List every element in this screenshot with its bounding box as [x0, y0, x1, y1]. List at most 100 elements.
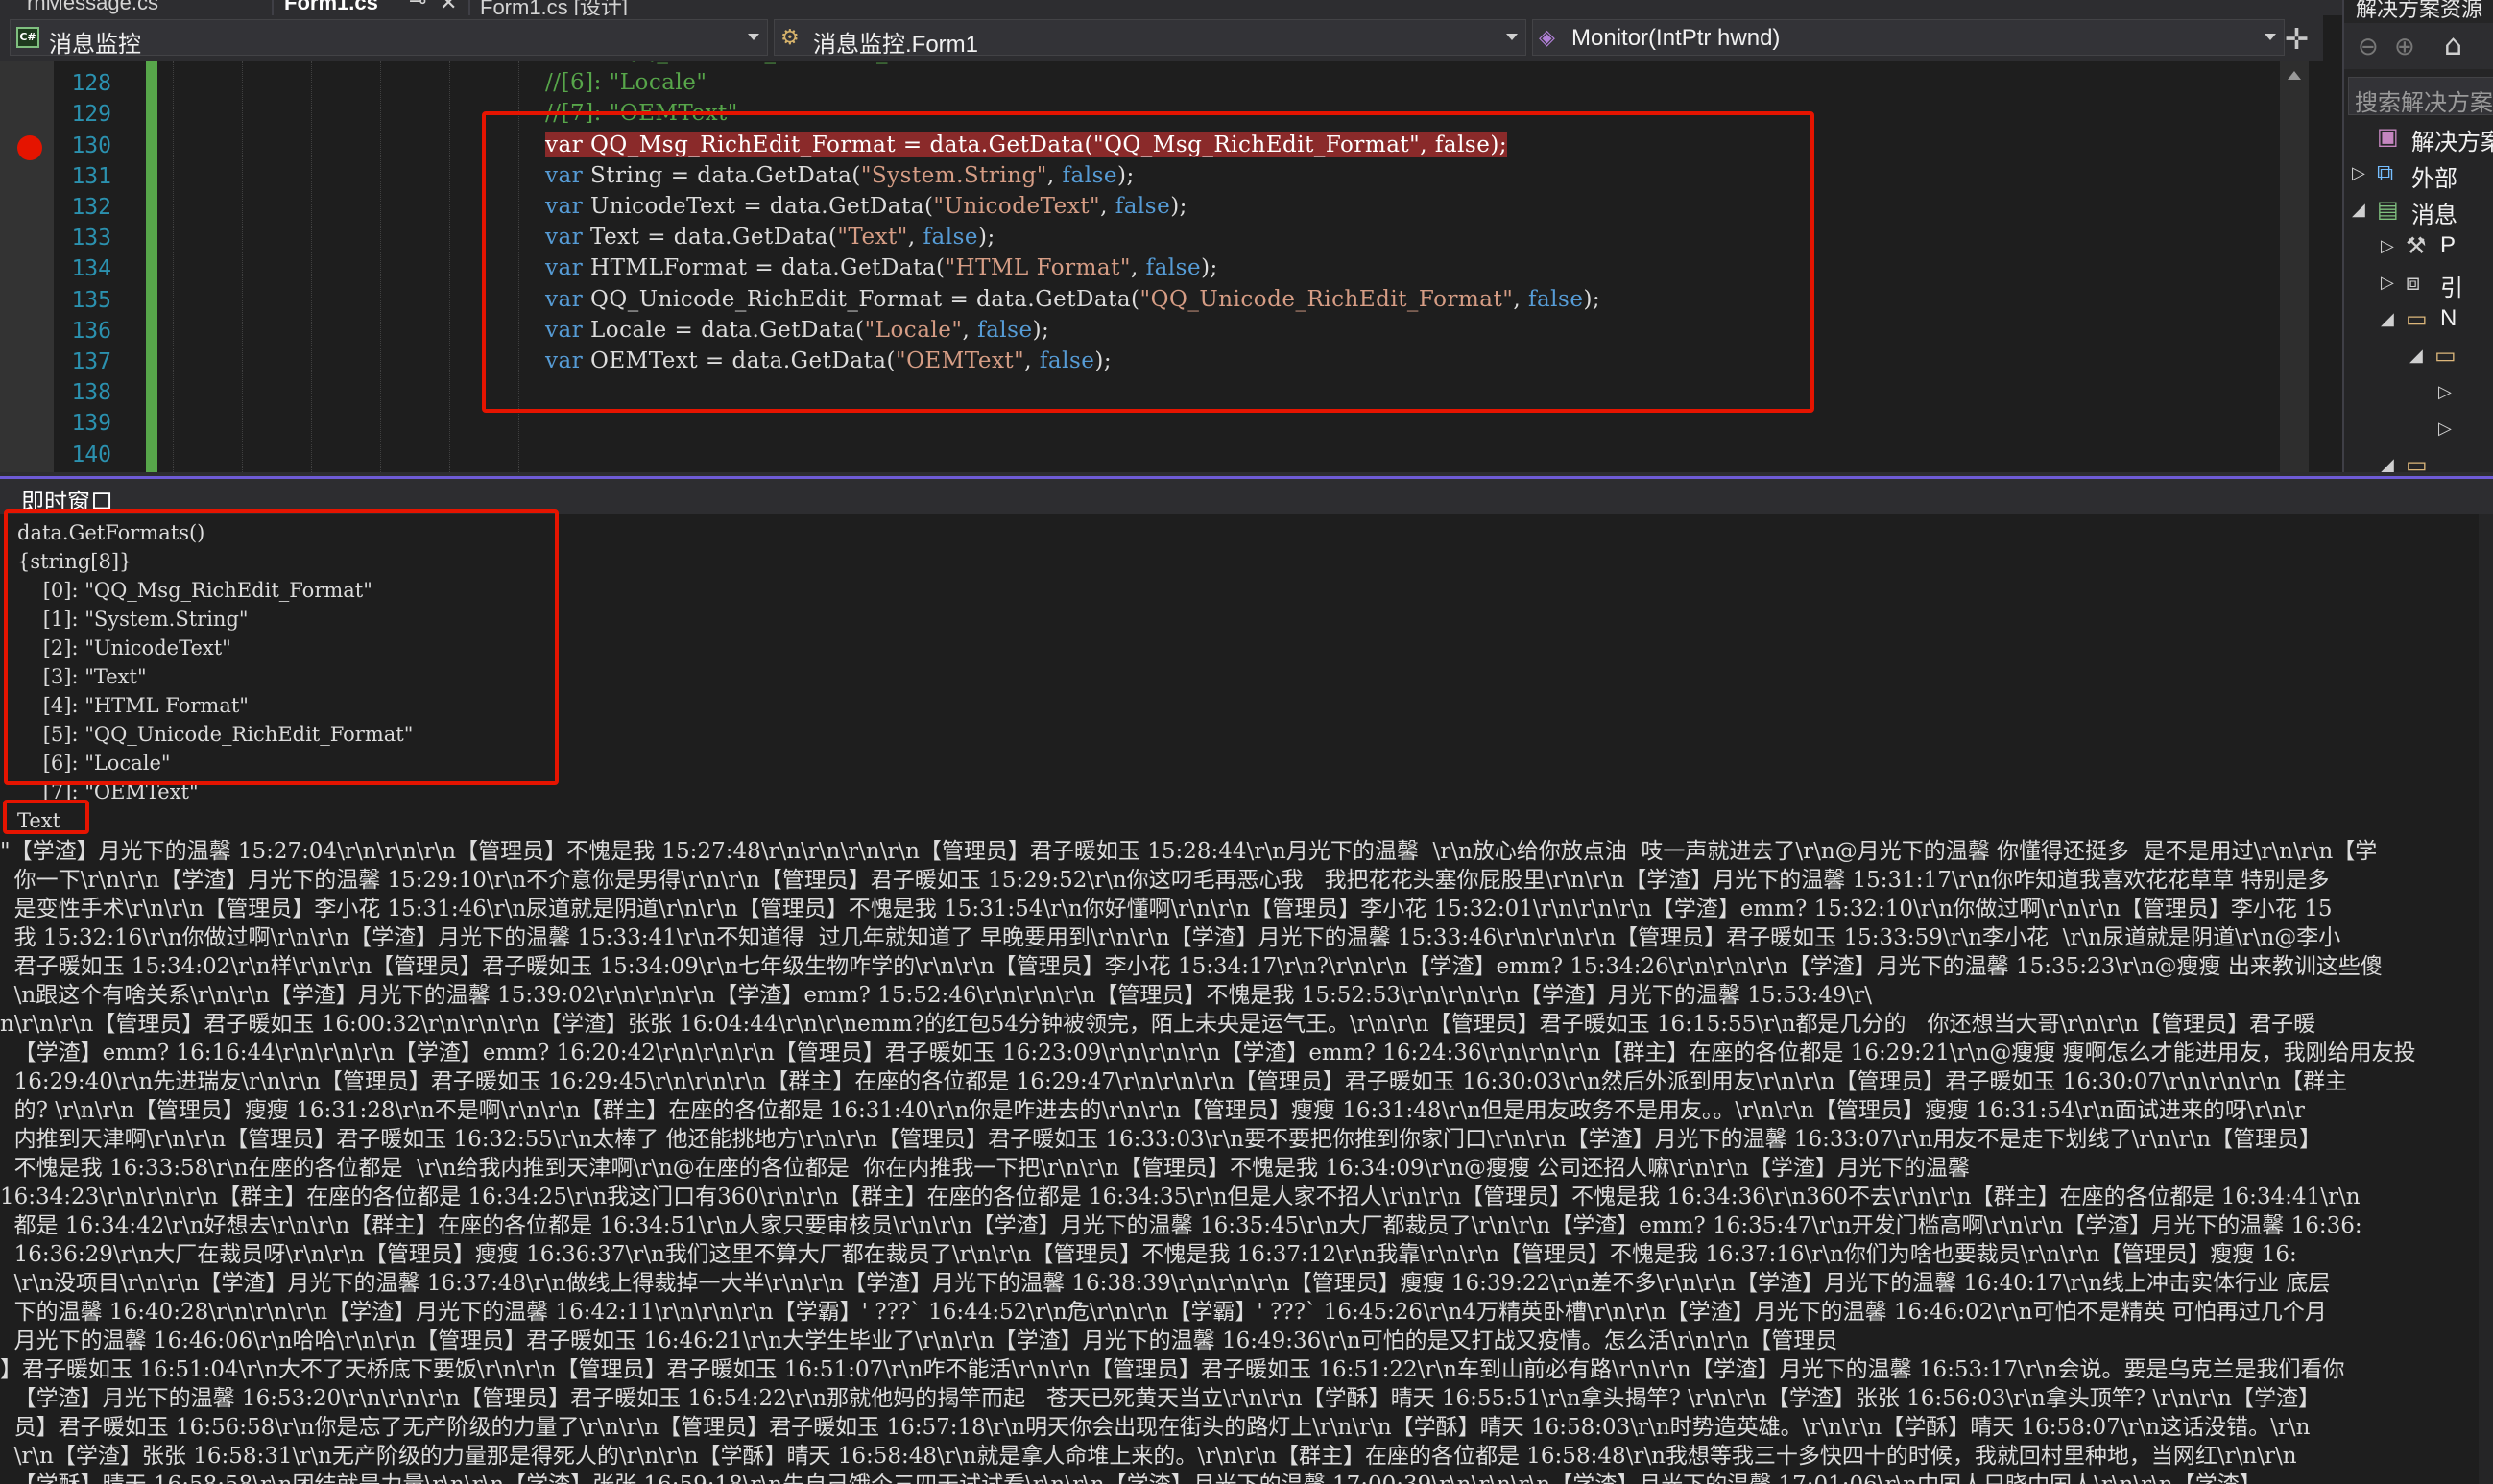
immediate-output-line: 不愧是我 16:33:58\r\n在座的各位都是 \r\n给我内推到天津啊\r\…: [0, 1156, 1970, 1181]
member-dropdown[interactable]: ◈ Monitor(IntPtr hwnd): [1532, 19, 2285, 56]
code-line[interactable]: //[5]: "QQ_Unicode_RichEdit_Format": [545, 61, 982, 64]
immediate-output-line: \r\n没项目\r\n\r\n【学渣】月光下的温馨 16:37:48\r\n做线…: [0, 1271, 2331, 1296]
tree-expander-icon[interactable]: ▷: [2381, 236, 2394, 256]
navigation-bar: C# 消息监控 ⚙ 消息监控.Form1 ◈ Monitor(IntPtr hw…: [0, 15, 2323, 62]
immediate-output-line: 你一下\r\n\r\n【学渣】月光下的温馨 15:29:10\r\n不介意你是男…: [0, 868, 2330, 893]
tree-item-label[interactable]: P: [2440, 232, 2456, 259]
immediate-output-line: 】君子暖如玉 16:51:04\r\n大不了天桥底下要饭\r\n\r\n【管理员…: [0, 1357, 2345, 1382]
annotation-box-text: [3, 800, 89, 834]
csharp-project-icon: C#: [16, 27, 39, 48]
immediate-output-line: 内推到天津啊\r\n\r\n【管理员】君子暖如玉 16:32:55\r\n太棒了…: [0, 1127, 2322, 1152]
member-dropdown-value: Monitor(IntPtr hwnd): [1571, 25, 1781, 51]
back-icon[interactable]: ⊖: [2358, 33, 2379, 61]
tree-expander-icon[interactable]: ▷: [2438, 382, 2452, 402]
line-number: 139: [71, 411, 111, 437]
indicator-margin[interactable]: [0, 61, 54, 472]
forward-icon[interactable]: ⊕: [2394, 33, 2415, 61]
line-number: 137: [71, 349, 111, 374]
immediate-output-line: 16:29:40\r\n先进瑞友\r\n\r\n【管理员】君子暖如玉 16:29…: [0, 1069, 2347, 1094]
immediate-output-line: \n跟这个有啥关系\r\n\r\n【学渣】月光下的温馨 15:39:02\r\n…: [0, 983, 1873, 1008]
tree-item-label[interactable]: 引: [2440, 269, 2463, 302]
immediate-output-line: n\r\n\r\n【管理员】君子暖如玉 16:00:32\r\n\r\n\r\n…: [0, 1012, 2316, 1037]
immediate-vertical-scrollbar[interactable]: [2479, 514, 2493, 1484]
class-icon: ⚙: [780, 26, 800, 50]
tab-form1-cs[interactable]: Form1.cs: [284, 0, 378, 15]
tree-item-label[interactable]: 解决方案: [2411, 123, 2493, 156]
code-line[interactable]: //[6]: "Locale": [545, 70, 707, 95]
indent-guide: [173, 61, 174, 472]
line-number: 132: [71, 195, 111, 220]
tab-rhmessage[interactable]: rhMessage.cs: [27, 0, 158, 15]
tree-expander-icon[interactable]: ◢: [2381, 309, 2394, 329]
tree-expander-icon[interactable]: ▷: [2438, 419, 2452, 439]
csharp-project-icon: ▤: [2377, 196, 2399, 223]
line-number: 133: [71, 226, 111, 251]
annotation-box-formats: [4, 509, 559, 785]
line-number: 131: [71, 163, 111, 189]
folder-icon: ▭: [2406, 305, 2428, 332]
line-number: 136: [71, 318, 111, 344]
tab-form1-designer[interactable]: Form1.cs [设计]: [480, 0, 628, 15]
tree-expander-icon[interactable]: ◢: [2352, 200, 2365, 220]
scroll-up-icon[interactable]: [2288, 71, 2301, 80]
tree-item-label[interactable]: 消息: [2411, 196, 2457, 229]
tree-expander-icon[interactable]: ▷: [2352, 163, 2365, 183]
split-editor-icon[interactable]: ✛: [2285, 23, 2309, 57]
change-tracking-bar: [146, 61, 157, 472]
immediate-output-line: 下的温馨 16:40:28\r\n\r\n\r\n【学渣】月光下的温馨 16:4…: [0, 1300, 2327, 1325]
chevron-down-icon: [748, 34, 759, 40]
tree-expander-icon[interactable]: ▷: [2381, 273, 2394, 293]
home-icon[interactable]: ⌂: [2444, 29, 2462, 62]
folder-icon: ▭: [2406, 451, 2428, 472]
class-dropdown[interactable]: ⚙ 消息监控.Form1: [774, 19, 1526, 58]
chevron-down-icon: [2265, 34, 2276, 40]
immediate-output-line: 【学酥】晴天 16:58:58\r\n团结就是力量\r\n\r\n【学渣】张张 …: [0, 1466, 2262, 1484]
editor-vertical-scrollbar[interactable]: [2280, 61, 2309, 472]
immediate-output-line: 是变性手术\r\n\r\n【管理员】李小花 15:31:46\r\n尿道就是阴道…: [0, 897, 2333, 922]
solution-explorer-title: 解决方案资源: [2356, 0, 2483, 21]
immediate-output-line: "【学渣】月光下的温馨 15:27:04\r\n\r\n\r\n【管理员】不愧是…: [0, 839, 2378, 864]
indent-guide: [311, 61, 312, 472]
code-token: //[5]: "QQ_Unicode_RichEdit_Format": [545, 61, 982, 64]
tab-separator: [468, 0, 470, 15]
chevron-down-icon: [1506, 34, 1518, 40]
folder-icon: ▭: [2434, 342, 2457, 369]
wrench-icon: ⚒: [2406, 232, 2427, 259]
close-icon[interactable]: ✕: [440, 0, 457, 15]
tab-separator: [272, 0, 274, 15]
line-number: 129: [71, 102, 111, 128]
line-number: 138: [71, 380, 111, 406]
class-dropdown-value: 消息监控.Form1: [813, 32, 979, 58]
tree-expander-icon[interactable]: ◢: [2409, 346, 2423, 366]
line-number: 127: [54, 61, 111, 65]
immediate-output-line: 16:36:29\r\n大厂在裁员呀\r\n\r\n【管理员】瘦瘦 16:36:…: [0, 1242, 2297, 1267]
references-icon: ⧈: [2406, 269, 2421, 296]
indent-guide: [242, 61, 243, 472]
solution-icon: ▣: [2377, 123, 2399, 150]
line-number: 135: [71, 287, 111, 313]
solution-explorer-toolbar: ⊖ ⊕ ⌂: [2344, 23, 2493, 69]
solution-search-input[interactable]: 搜索解决方案: [2348, 77, 2493, 116]
annotation-box-code: [482, 111, 1814, 413]
immediate-output-line: 月光下的温馨 16:46:06\r\n哈哈\r\n\r\n【管理员】君子暖如玉 …: [0, 1328, 1838, 1353]
tree-item-label[interactable]: N: [2440, 305, 2457, 332]
code-token: //[6]: "Locale": [545, 70, 707, 96]
immediate-output-line: 16:34:23\r\n\r\n\r\n【群主】在座的各位都是 16:34:25…: [0, 1185, 2361, 1209]
tree-item-label[interactable]: 外部: [2411, 159, 2457, 193]
immediate-output-line: 【学渣】emm? 16:16:44\r\n\r\n\r\n【学渣】emm? 16…: [0, 1041, 2416, 1065]
line-number: 140: [71, 442, 111, 467]
line-number: 130: [71, 132, 111, 158]
pin-icon[interactable]: ⊸: [409, 0, 426, 13]
project-dropdown[interactable]: C# 消息监控: [10, 19, 768, 58]
immediate-output-line: 的? \r\n\r\n【管理员】瘦瘦 16:31:28\r\n不是啊\r\n\r…: [0, 1098, 2305, 1123]
project-dropdown-value: 消息监控: [49, 32, 141, 58]
immediate-output-line: 【学渣】月光下的温馨 16:53:20\r\n\r\n\r\n【管理员】君子暖如…: [0, 1386, 2320, 1411]
immediate-output-line: 我 15:32:16\r\n你做过啊\r\n\r\n【学渣】月光下的温馨 15:…: [0, 925, 2341, 950]
tree-expander-icon[interactable]: ◢: [2381, 455, 2394, 472]
breakpoint-icon[interactable]: [17, 134, 42, 160]
immediate-output-line: \r\n【学渣】张张 16:58:31\r\n无产阶级的力量那是得死人的\r\n…: [0, 1444, 2297, 1469]
solution-explorer-panel: 解决方案资源 ⊖ ⊕ ⌂ 搜索解决方案 ▣ 解决方案 ▷ ⧉ 外部 ◢ ▤ 消息 ▷ ⚒ P ▷ ⧈ 引 ◢…: [2342, 0, 2493, 472]
immediate-output-line: 都是 16:34:42\r\n好想去\r\n\r\n【群主】在座的各位都是 16…: [0, 1213, 2362, 1238]
external-icon: ⧉: [2377, 159, 2394, 186]
document-tab-strip: rhMessage.cs Form1.cs ⊸ ✕ Form1.cs [设计]: [0, 0, 2342, 15]
